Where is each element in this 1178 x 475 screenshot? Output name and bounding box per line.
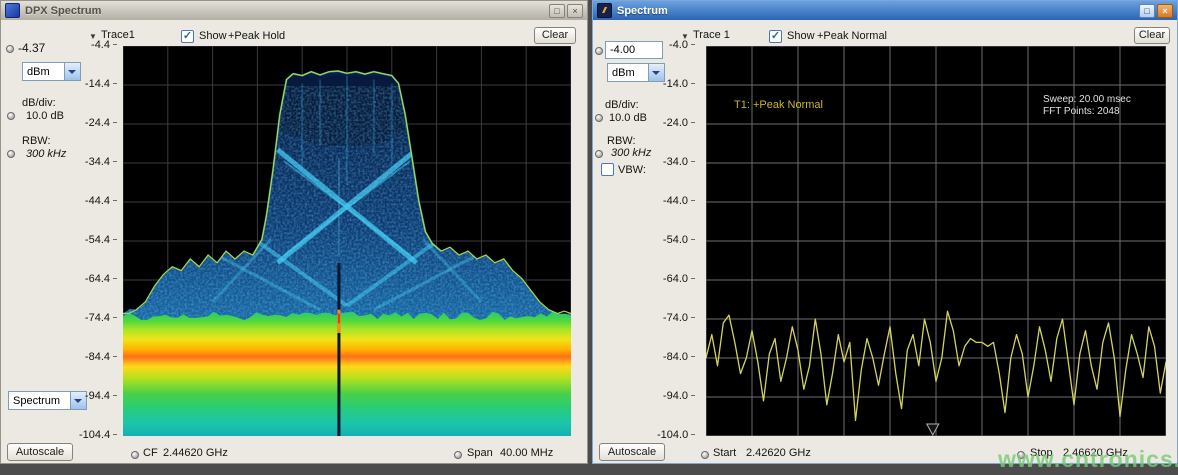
show-label: Show <box>199 30 227 42</box>
display-mode-value: Spectrum <box>13 395 60 407</box>
y-axis-label: -94.0 <box>657 390 695 402</box>
spectrum-titlebar[interactable]: Spectrum □ × <box>593 1 1177 20</box>
y-axis-label: -34.4 <box>79 156 117 168</box>
y-axis-label: -84.4 <box>79 351 117 363</box>
cf-label: CF <box>143 447 158 459</box>
dpx-titlebar[interactable]: DPX Spectrum □ × <box>1 1 587 20</box>
y-axis-label: -64.0 <box>657 273 695 285</box>
rbw-anchor-icon[interactable] <box>7 150 15 158</box>
detector-label: +Peak Hold <box>228 30 285 42</box>
span-value[interactable]: 40.00 MHz <box>500 447 553 459</box>
display-mode-dropdown[interactable]: Spectrum <box>8 391 87 410</box>
desktop: { "icons": { "chevron_down": "▼", "check… <box>0 0 1178 475</box>
clear-button[interactable]: Clear <box>534 27 576 44</box>
db-div-anchor-icon[interactable] <box>7 112 15 120</box>
y-axis-label: -104.4 <box>79 429 117 441</box>
rbw-value[interactable]: 300 kHz <box>26 148 66 160</box>
dpx-app-icon <box>5 3 20 18</box>
y-axis-label: -24.4 <box>79 117 117 129</box>
ref-level-anchor-icon[interactable] <box>595 47 603 55</box>
dpx-window-title: DPX Spectrum <box>25 5 101 17</box>
db-div-label: dB/div: <box>605 99 639 111</box>
show-checkbox[interactable]: ✓ <box>181 30 194 43</box>
ref-level-input[interactable]: -4.00 <box>605 41 663 59</box>
show-checkbox[interactable]: ✓ <box>769 30 782 43</box>
rbw-value[interactable]: 300 kHz <box>611 147 651 159</box>
span-label: Span <box>467 447 493 459</box>
y-axis-label: -94.4 <box>79 390 117 402</box>
y-axis-label: -74.0 <box>657 312 695 324</box>
y-axis-label: -14.4 <box>79 78 117 90</box>
start-label: Start <box>713 447 736 459</box>
spectrum-window-title: Spectrum <box>617 5 668 17</box>
y-axis-label: -54.4 <box>79 234 117 246</box>
db-div-label: dB/div: <box>22 97 56 109</box>
watermark: www.cntronics.com <box>998 446 1178 473</box>
cf-value[interactable]: 2.44620 GHz <box>163 447 228 459</box>
dpx-spectrum-window: DPX Spectrum □ × ▼ Trace1 ✓ Show +Peak H… <box>0 0 588 464</box>
vbw-label: VBW: <box>618 164 646 176</box>
y-axis-label: -104.0 <box>657 429 695 441</box>
y-axis-label: -54.0 <box>657 234 695 246</box>
rbw-label: RBW: <box>22 135 51 147</box>
close-icon[interactable]: × <box>1157 4 1173 18</box>
ref-level-value[interactable]: -4.37 <box>18 41 45 55</box>
y-axis-label: -84.0 <box>657 351 695 363</box>
ref-level-anchor-icon[interactable] <box>6 45 14 53</box>
detector-label: +Peak Normal <box>817 30 887 42</box>
dpx-bitmap-display[interactable] <box>123 46 571 436</box>
restore-icon[interactable]: □ <box>549 4 565 18</box>
spectrum-trace-display[interactable]: T1: +Peak Normal Sweep: 20.00 msecFFT Poi… <box>706 46 1166 436</box>
start-anchor-icon[interactable] <box>701 451 709 459</box>
rbw-anchor-icon[interactable] <box>595 150 603 158</box>
restore-icon[interactable]: □ <box>1139 4 1155 18</box>
fft-points-annotation: FFT Points: 2048 <box>1043 106 1120 117</box>
y-axis-label: -4.4 <box>79 39 117 51</box>
trace-selector[interactable]: Trace 1 <box>693 29 730 41</box>
y-axis-label: -64.4 <box>79 273 117 285</box>
db-div-value[interactable]: 10.0 dB <box>609 112 647 124</box>
y-axis-label: -44.4 <box>79 195 117 207</box>
close-icon[interactable]: × <box>567 4 583 18</box>
autoscale-button[interactable]: Autoscale <box>599 443 665 461</box>
unit-value: dBm <box>612 67 635 79</box>
trace-info-annotation: T1: +Peak Normal <box>734 99 823 111</box>
rbw-label: RBW: <box>607 135 636 147</box>
unit-dropdown[interactable]: dBm <box>22 62 81 81</box>
start-value[interactable]: 2.42620 GHz <box>746 447 811 459</box>
db-div-anchor-icon[interactable] <box>595 114 603 122</box>
y-axis-label: -44.0 <box>657 195 695 207</box>
spectrum-window: Spectrum □ × ▼ Trace 1 ✓ Show +Peak Norm… <box>592 0 1178 464</box>
y-axis-label: -14.0 <box>657 78 695 90</box>
sweep-annotation: Sweep: 20.00 msec <box>1043 94 1131 105</box>
y-axis-label: -74.4 <box>79 312 117 324</box>
db-div-value[interactable]: 10.0 dB <box>26 110 64 122</box>
clear-button[interactable]: Clear <box>1134 27 1170 44</box>
show-label: Show <box>787 30 815 42</box>
dropdown-arrow-icon[interactable] <box>64 63 80 80</box>
y-axis-label: -24.0 <box>657 117 695 129</box>
y-axis-label: -4.0 <box>657 39 695 51</box>
cf-anchor-icon[interactable] <box>131 451 139 459</box>
vbw-checkbox[interactable] <box>601 163 614 176</box>
unit-value: dBm <box>27 66 50 78</box>
spectrum-app-icon <box>597 3 612 18</box>
y-axis-label: -34.0 <box>657 156 695 168</box>
span-anchor-icon[interactable] <box>454 451 462 459</box>
autoscale-button[interactable]: Autoscale <box>7 443 73 461</box>
